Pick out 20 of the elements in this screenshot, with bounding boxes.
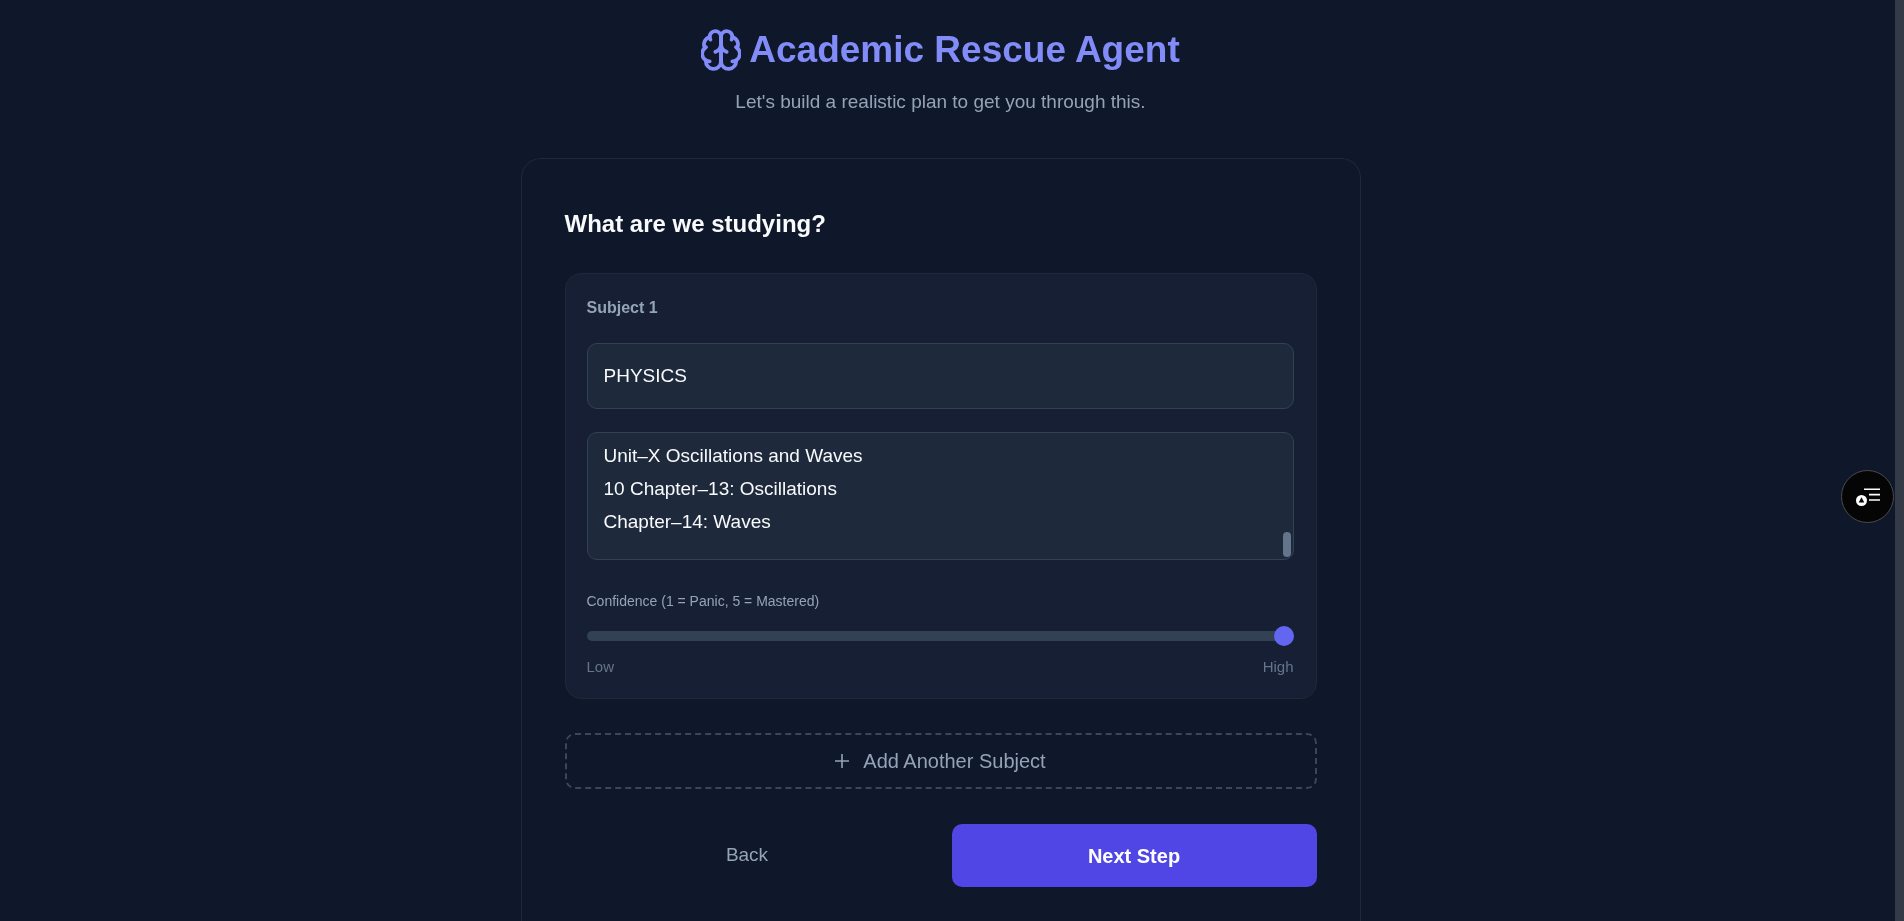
slider-max-label: High <box>1262 657 1294 677</box>
subject-name-field[interactable]: PHYSICS <box>586 343 1294 409</box>
plus-icon <box>835 754 850 768</box>
topics-field[interactable]: Unit–X Oscillations and Waves 10 Chapter–13: Oscillations Chapter–14: Waves <box>586 432 1294 560</box>
add-subject-button[interactable]: Add Another Subject <box>564 733 1317 789</box>
slider-thumb[interactable] <box>1273 626 1294 646</box>
section-heading: What are we studying? <box>564 209 827 239</box>
app-title: Academic Rescue Agent <box>749 28 1180 72</box>
back-button[interactable]: Back <box>564 824 930 887</box>
scrollbar[interactable] <box>1895 0 1904 921</box>
confidence-slider[interactable] <box>586 626 1294 646</box>
floating-menu-button[interactable] <box>1841 470 1894 523</box>
confidence-label: Confidence (1 = Panic, 5 = Mastered) <box>586 592 821 611</box>
slider-min-label: Low <box>586 657 615 677</box>
next-step-button[interactable]: Next Step <box>951 824 1317 887</box>
list-icon <box>1855 487 1880 506</box>
scrollbar-thumb[interactable] <box>1282 532 1291 557</box>
subject-label: Subject 1 <box>586 298 659 318</box>
brain-icon <box>701 29 742 71</box>
app-subtitle: Let's build a realistic plan to get you through this. <box>735 90 1146 114</box>
